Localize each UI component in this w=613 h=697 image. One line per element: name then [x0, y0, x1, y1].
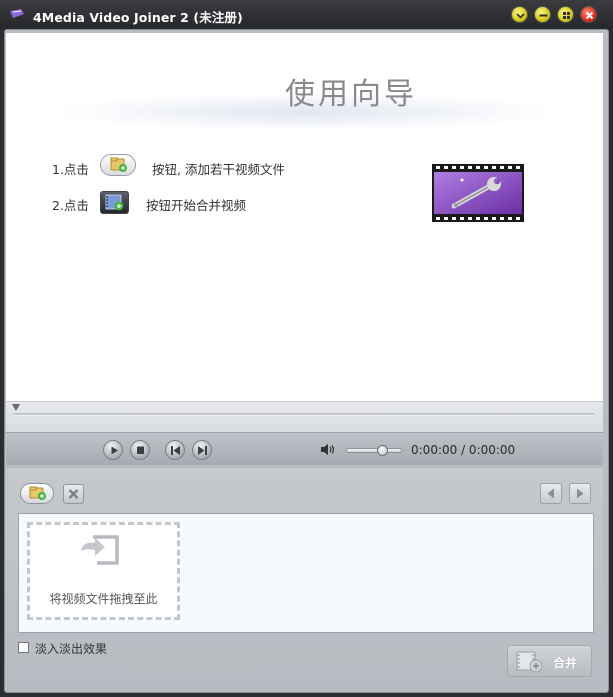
volume-thumb[interactable]: [377, 445, 388, 456]
drop-hint: 将视频文件拖拽至此: [49, 592, 158, 606]
move-up-button[interactable]: [540, 483, 562, 504]
seek-track[interactable]: [14, 413, 594, 416]
previous-icon[interactable]: [165, 440, 185, 460]
drag-drop-icon: [81, 535, 119, 565]
minimize-icon[interactable]: [534, 6, 551, 23]
title-bar[interactable]: 4Media Video Joiner 2 (未注册): [0, 0, 613, 29]
step1-prefix: 1.点击: [52, 162, 89, 177]
time-display: 0:00:00 / 0:00:00: [411, 443, 516, 457]
merge-film-icon: [516, 651, 543, 673]
fade-checkbox[interactable]: [18, 642, 29, 653]
add-file-button[interactable]: [20, 483, 54, 504]
next-icon[interactable]: [192, 440, 212, 460]
close-icon[interactable]: [580, 6, 597, 23]
window-title: 4Media Video Joiner 2 (未注册): [33, 10, 243, 25]
maximize-icon[interactable]: [557, 6, 574, 23]
remove-file-button[interactable]: [63, 484, 84, 504]
guide-title: 使用向导: [285, 77, 417, 112]
app-icon: [10, 9, 24, 18]
add-file-icon: [100, 154, 136, 176]
seek-thumb[interactable]: [12, 404, 20, 411]
stop-icon[interactable]: [130, 440, 150, 460]
guide-panel: 使用向导 1.点击 按钮, 添加若干视频文件 2.点击 按钮开始合并视频: [6, 33, 603, 401]
menu-dropdown-icon[interactable]: [511, 6, 528, 23]
merge-label: 合并: [553, 656, 578, 670]
volume-slider[interactable]: [346, 448, 402, 453]
step2-text: 按钮开始合并视频: [146, 198, 247, 213]
seek-bar[interactable]: [6, 401, 603, 432]
merge-film-icon: [100, 191, 129, 214]
step2-prefix: 2.点击: [52, 198, 89, 213]
volume-icon[interactable]: [320, 443, 336, 456]
file-list[interactable]: 将视频文件拖拽至此: [18, 513, 594, 633]
step1-text: 按钮, 添加若干视频文件: [152, 162, 285, 177]
drop-zone[interactable]: 将视频文件拖拽至此: [27, 522, 180, 620]
fade-label: 淡入淡出效果: [35, 642, 108, 656]
player-controls: 0:00:00 / 0:00:00: [6, 432, 603, 465]
merge-button[interactable]: 合并: [507, 645, 592, 677]
file-panel: 将视频文件拖拽至此 淡入淡出效果 合并: [6, 468, 603, 690]
play-icon[interactable]: [103, 440, 123, 460]
film-wrench-logo: [432, 164, 524, 222]
move-down-button[interactable]: [569, 483, 591, 504]
